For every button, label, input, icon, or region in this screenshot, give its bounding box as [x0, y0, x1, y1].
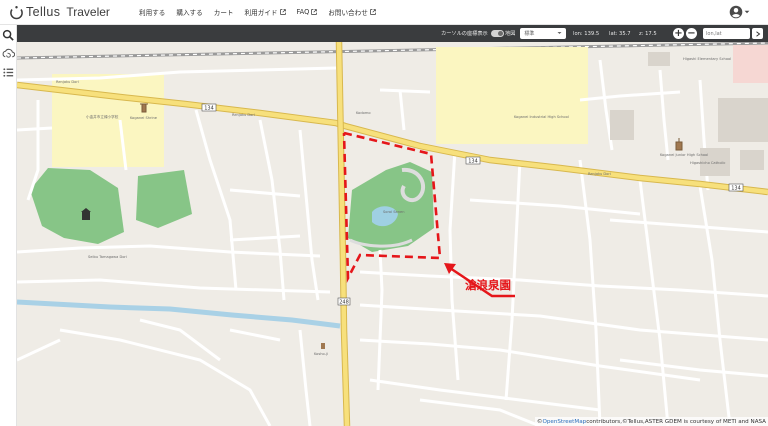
- search-icon[interactable]: [2, 29, 15, 42]
- building-block-e: [718, 98, 768, 142]
- school-area-ne: [436, 47, 588, 144]
- poi-label: Kosho-ji: [314, 352, 328, 356]
- street-label: Renjaku Dori: [56, 80, 79, 84]
- poi-label: Higashicho Catholic: [690, 161, 726, 165]
- poi-label: Koganei Shrine: [130, 116, 158, 120]
- commercial-area-ne: [733, 45, 768, 83]
- road-shield-134-a: 134: [201, 103, 217, 112]
- poi-label: Seibu Tamagawa Dori: [88, 255, 127, 259]
- nav-buy[interactable]: 購入する: [176, 7, 202, 17]
- top-navbar: Tellus Traveler 利用する 購入する カート 利用ガイド FAQ …: [0, 0, 768, 25]
- cloud-refresh-icon[interactable]: [2, 47, 15, 60]
- coord-search-input[interactable]: [703, 28, 750, 39]
- tellus-logo-icon: [10, 5, 23, 19]
- nav-faq[interactable]: FAQ: [297, 8, 318, 16]
- road-shield-134-b: 134: [465, 156, 481, 165]
- external-link-icon: [279, 9, 286, 15]
- nav-contact[interactable]: お問い合わせ: [328, 7, 376, 17]
- road-shield-text: 134: [731, 186, 741, 192]
- map-style-select[interactable]: 標準: [520, 28, 567, 39]
- zoom-controls: + −: [673, 25, 697, 42]
- zoom-out-button[interactable]: −: [686, 28, 697, 39]
- map-style-control: 地図 標準: [505, 25, 567, 42]
- attribution-text: contributors,©Tellus,ASTER GDEM is court…: [586, 418, 766, 425]
- main-nav: 利用する 購入する カート 利用ガイド FAQ お問い合わせ: [139, 7, 387, 17]
- street-label: Renjaku Dori: [588, 172, 611, 176]
- lon-readout: lon: 139.5: [573, 30, 600, 37]
- road-shield-134-c: 134: [728, 183, 744, 192]
- coord-search-button[interactable]: [752, 28, 763, 39]
- account-circle-icon: [729, 5, 743, 19]
- left-toolbar: [0, 25, 17, 426]
- toggle-switch[interactable]: [490, 30, 504, 37]
- nav-guide[interactable]: 利用ガイド: [245, 7, 286, 17]
- map-style-label: 地図: [505, 31, 516, 37]
- openstreetmap-link[interactable]: OpenStreetMap: [542, 419, 586, 425]
- external-link-icon: [370, 9, 376, 15]
- nav-contact-label: お問い合わせ: [328, 9, 368, 17]
- nav-cart[interactable]: カート: [214, 7, 234, 17]
- map-toolbar: カーソルの座標表示 地図 標準 lon: 139.5 lat: 35.7 z: …: [17, 25, 768, 42]
- callout-label: 滄浪泉園: [465, 278, 511, 292]
- nav-cart-label: カート: [213, 9, 234, 17]
- lat-readout: lat: 35.7: [609, 30, 631, 37]
- map-tiles: 134 134 134 248 Renjaku Dori Renjaku Dor…: [17, 42, 768, 426]
- zoom-readout: z: 17.5: [639, 30, 657, 37]
- map-style-value: 標準: [524, 31, 535, 37]
- brand[interactable]: Tellus Traveler: [9, 5, 129, 20]
- poi-label: Soroi Senen: [383, 210, 404, 214]
- app-root: Tellus Traveler 利用する 購入する カート 利用ガイド FAQ …: [0, 0, 768, 426]
- chevron-down-icon: [557, 32, 562, 34]
- chevron-right-icon: [755, 30, 760, 37]
- brand-subtitle: Traveler: [66, 5, 110, 19]
- map-canvas[interactable]: 134 134 134 248 Renjaku Dori Renjaku Dor…: [17, 42, 768, 426]
- temple-icon: [321, 343, 325, 349]
- zoom-in-button[interactable]: +: [673, 28, 684, 39]
- street-label: Renjaku Dori: [232, 113, 255, 117]
- layer-list-icon[interactable]: [2, 66, 15, 79]
- toggle-knob: [497, 31, 503, 36]
- poi-label: Kodomo: [356, 111, 371, 115]
- nav-use[interactable]: 利用する: [139, 7, 165, 17]
- road-shield-text: 248: [339, 300, 349, 306]
- poi-label: Higashi Elementary School: [683, 57, 731, 61]
- cursor-toggle-label: カーソルの座標表示: [441, 31, 488, 37]
- nav-buy-label: 購入する: [176, 9, 203, 17]
- poi-label: Koganei Junior High School: [660, 153, 708, 157]
- nav-use-label: 利用する: [139, 9, 166, 17]
- nav-guide-label: 利用ガイド: [244, 9, 278, 17]
- nav-faq-label: FAQ: [296, 8, 310, 16]
- brand-name: Tellus: [26, 5, 61, 19]
- external-link-icon: [311, 9, 318, 15]
- poi-label: 小金井市立緑小学校: [86, 114, 119, 119]
- road-shield-text: 134: [468, 159, 478, 165]
- road-shield-text: 134: [204, 106, 214, 112]
- map-attribution: © OpenStreetMap contributors,©Tellus,AST…: [534, 417, 768, 426]
- account-menu[interactable]: [729, 5, 750, 19]
- poi-label: Koganei Industrial High School: [514, 115, 569, 119]
- road-shield-248: 248: [337, 297, 351, 306]
- cursor-coords-toggle[interactable]: カーソルの座標表示: [441, 25, 504, 42]
- chevron-down-icon: [744, 10, 750, 14]
- coord-search: [703, 25, 763, 42]
